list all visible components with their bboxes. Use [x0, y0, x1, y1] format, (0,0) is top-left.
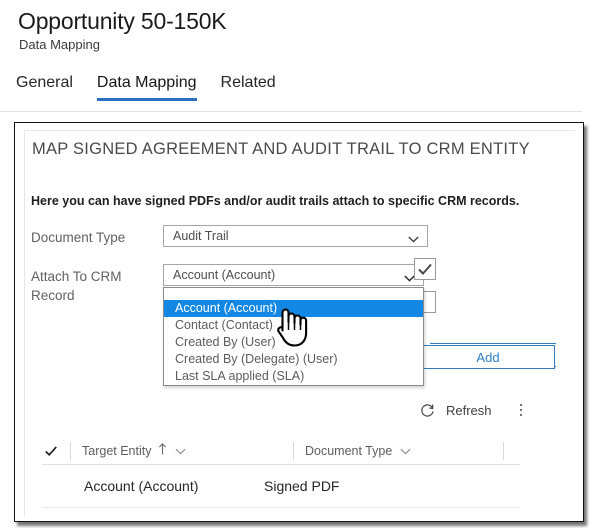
hidden-field-underline-upper: [430, 343, 556, 344]
page-subtitle: Data Mapping: [19, 37, 100, 52]
app-screen: Opportunity 50-150K Data Mapping General…: [0, 0, 592, 528]
document-type-select[interactable]: Audit Trail: [163, 225, 428, 247]
attach-to-crm-record-dropdown[interactable]: Account (Account) Contact (Contact) Crea…: [163, 287, 424, 386]
column-header-target-entity-label: Target Entity: [82, 443, 152, 458]
column-header-target-entity[interactable]: Target Entity: [70, 441, 293, 460]
dropdown-option-contact[interactable]: Contact (Contact): [164, 317, 423, 334]
tab-related[interactable]: Related: [221, 74, 276, 101]
column-menu-chevron-icon[interactable]: [400, 444, 411, 458]
dropdown-option-created-by-delegate[interactable]: Created By (Delegate) (User): [164, 351, 423, 368]
tab-bar: General Data Mapping Related: [16, 74, 300, 101]
refresh-icon[interactable]: [420, 403, 435, 418]
column-menu-chevron-icon[interactable]: [175, 444, 186, 458]
attach-to-crm-record-value: Account (Account): [173, 268, 276, 282]
column-header-document-type-label: Document Type: [305, 443, 393, 458]
data-grid: Target Entity Document Type Account (Acc…: [42, 437, 520, 508]
more-commands-icon[interactable]: [514, 402, 528, 418]
table-row[interactable]: Account (Account) Signed PDF: [42, 465, 520, 508]
attach-to-crm-record-select[interactable]: Account (Account): [163, 264, 424, 286]
section-description: Here you can have signed PDFs and/or aud…: [31, 194, 520, 208]
select-all-checkmark-icon[interactable]: [42, 444, 70, 458]
add-button[interactable]: Add: [421, 345, 555, 369]
chevron-down-icon: [408, 232, 419, 243]
column-header-document-type[interactable]: Document Type: [293, 441, 503, 460]
tab-data-mapping[interactable]: Data Mapping: [96, 74, 197, 101]
grid-header-row: Target Entity Document Type: [42, 437, 520, 465]
sort-ascending-icon: [158, 443, 167, 458]
document-type-label: Document Type: [31, 230, 126, 245]
dropdown-option-account[interactable]: Account (Account): [164, 300, 423, 317]
tab-general[interactable]: General: [16, 74, 73, 101]
column-divider: [503, 441, 505, 460]
hidden-checkbox-upper[interactable]: [414, 258, 436, 280]
cell-target-entity: Account (Account): [84, 478, 199, 494]
page-title: Opportunity 50-150K: [18, 8, 227, 34]
section-title: MAP SIGNED AGREEMENT AND AUDIT TRAIL TO …: [32, 140, 530, 158]
refresh-button[interactable]: Refresh: [446, 403, 492, 418]
cell-document-type: Signed PDF: [264, 478, 340, 494]
attach-to-crm-record-label: Attach To CRM Record: [31, 269, 122, 303]
grid-command-bar: Refresh: [420, 398, 528, 422]
page-header: Opportunity 50-150K Data Mapping General…: [0, 0, 582, 112]
dropdown-option-blank[interactable]: [164, 288, 423, 300]
dropdown-option-last-sla-applied[interactable]: Last SLA applied (SLA): [164, 368, 423, 385]
document-type-value: Audit Trail: [173, 229, 229, 243]
dropdown-option-created-by[interactable]: Created By (User): [164, 334, 423, 351]
